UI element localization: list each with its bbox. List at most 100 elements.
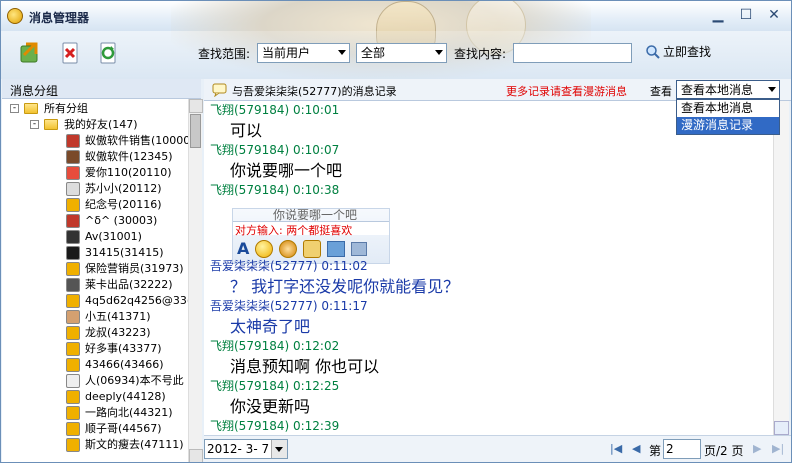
search-button[interactable]: 立即查找 (645, 43, 711, 60)
refresh-button[interactable] (93, 39, 123, 67)
folder-icon (24, 103, 38, 114)
view-option-roaming[interactable]: 漫游消息记录 (677, 117, 779, 134)
snippet-toolbar: A (237, 239, 368, 258)
group-panel-header: 消息分组 (2, 79, 201, 99)
chevron-down-icon (275, 447, 283, 452)
collapse-toggle-icon[interactable]: - (30, 120, 39, 129)
screenshot-snippet: 你说要哪一个吧 对方输入: 两个都挺喜欢 A (232, 208, 390, 264)
message-text: ？ 我打字还没发呢你就能看见？ (230, 277, 460, 296)
chevron-down-icon (338, 50, 346, 55)
tree-item-label: deeply(44128) (85, 390, 166, 403)
message-sender-time: 飞翔(579184) 0:12:02 (210, 339, 340, 353)
tree-item-label: Av(31001) (85, 230, 142, 243)
delete-button[interactable] (55, 39, 85, 67)
search-input[interactable] (513, 43, 632, 63)
tree-item-label: 龙叔(43223) (85, 326, 151, 339)
message-sender-time: 飞翔(579184) 0:10:38 (210, 183, 340, 197)
contact-avatar-icon (66, 262, 80, 276)
contact-avatar-icon (66, 358, 80, 372)
more-records-link[interactable]: 更多记录请查看漫游消息 (506, 83, 627, 99)
view-option-local[interactable]: 查看本地消息 (677, 100, 779, 117)
close-button[interactable]: ✕ (761, 5, 787, 27)
scroll-thumb[interactable] (190, 114, 201, 148)
contact-avatar-icon (66, 294, 80, 308)
contact-avatar-icon (66, 150, 80, 164)
next-page-icon[interactable]: ▶ (753, 442, 761, 455)
refresh-icon (100, 42, 116, 64)
tree-item-label: 所有分组 (44, 102, 88, 115)
search-button-label: 立即查找 (663, 45, 712, 59)
tree-item-label: 苏小小(20112) (85, 182, 162, 195)
tree-item-label: 一路向北(44321) (85, 406, 173, 419)
prev-page-icon[interactable]: ◀ (632, 442, 640, 455)
smiley-icon (255, 239, 274, 258)
scroll-down-button[interactable] (189, 449, 203, 462)
tree-item-label: 顺子哥(44567) (85, 422, 162, 435)
scope-select[interactable]: 当前用户 (257, 43, 350, 63)
contact-avatar-icon (66, 198, 80, 212)
record-panel-header: 与吾爱柒柒柒(52777)的消息记录 更多记录请查看漫游消息 查看 查看本地消息 (204, 79, 791, 101)
contact-avatar-icon (66, 278, 80, 292)
scroll-down-button[interactable] (774, 421, 789, 435)
contact-avatar-icon (66, 246, 80, 260)
delete-icon (62, 42, 78, 64)
export-button[interactable] (15, 39, 45, 67)
view-label: 查看 (650, 85, 672, 98)
page-prefix: 第 (649, 444, 662, 458)
chevron-down-icon (768, 87, 776, 92)
tree-item-label: 43466(43466) (85, 358, 164, 371)
message-scrollbar[interactable] (773, 101, 789, 435)
tree-item-label: 纪念号(20116) (85, 198, 162, 211)
message-sender-time: 飞翔(579184) 0:10:07 (210, 143, 340, 157)
chevron-down-icon (435, 50, 443, 55)
message-list: 你说要哪一个吧 对方输入: 两个都挺喜欢 A 飞翔(579184) 0:10:0… (204, 101, 773, 435)
screen-icon (351, 241, 368, 256)
record-title: 与吾爱柒柒柒(52777)的消息记录 (232, 85, 397, 98)
message-text: 你没更新吗 (230, 397, 311, 416)
page-suffix: 页/2 页 (704, 444, 744, 458)
message-sender-time: 吾爱柒柒柒(52777) 0:11:02 (210, 259, 368, 273)
contact-avatar-icon (66, 182, 80, 196)
date-picker[interactable]: 2012- 3- 7 (204, 439, 288, 459)
message-sender-time: 飞翔(579184) 0:10:01 (210, 103, 340, 117)
contact-avatar-icon (66, 214, 80, 228)
tree-item-label: 好多事(43377) (85, 342, 162, 355)
message-text: 你说要哪一个吧 (230, 161, 343, 180)
type-select[interactable]: 全部 (356, 43, 447, 63)
contact-avatar-icon (66, 438, 80, 452)
group-tree: - 所有分组 - 我的好友(147) 蚁傲软件销售(10000) 蚁傲软件(12345) 爱… (2, 99, 188, 462)
first-page-icon[interactable]: |◀ (610, 442, 622, 455)
view-select[interactable]: 查看本地消息 (676, 80, 780, 99)
page-input[interactable]: 2 (663, 439, 701, 459)
date-picker-value: 2012- 3- 7 (207, 442, 270, 456)
tree-item-label: 蚁傲软件(12345) (85, 150, 173, 163)
tree-item-label: 人(06934)本不号此 (85, 374, 184, 387)
minimize-button[interactable]: ▁ (705, 5, 731, 27)
scroll-up-button[interactable] (189, 99, 203, 113)
collapse-toggle-icon[interactable]: - (10, 104, 19, 113)
contact-avatar-icon (66, 326, 80, 340)
folder-icon (44, 119, 58, 130)
tree-item-label: 爱你110(20110) (85, 166, 172, 179)
message-sender-time: 飞翔(579184) 0:12:25 (210, 379, 340, 393)
maximize-button[interactable]: ☐ (733, 5, 759, 27)
contact-avatar-icon (66, 374, 80, 388)
contact-avatar-icon (66, 134, 80, 148)
tree-scrollbar[interactable] (188, 99, 203, 462)
contact-avatar-icon (66, 342, 80, 356)
message-text: 可以 (230, 121, 263, 140)
tree-item-label: 小五(41371) (85, 310, 151, 323)
app-logo-icon (7, 8, 23, 24)
tree-item-label: 4q5d62q4256@33( (85, 294, 188, 307)
message-manager-window: 消息管理器 ▁ ☐ ✕ 查找范围: 当前用户 全部 查找内容: 立即查找 消息分… (0, 0, 792, 463)
message-text: 消息预知啊 你也可以 (230, 357, 380, 376)
emoticon-icon (279, 239, 298, 258)
contact-avatar-icon (66, 422, 80, 436)
content-label: 查找内容: (454, 47, 507, 61)
tree-item-label: 保险营销员(31973) (85, 262, 184, 275)
window-title: 消息管理器 (29, 11, 90, 25)
tree-item-label: 斯文的瘦去(47111) (85, 438, 184, 451)
tree-item-label: 31415(31415) (85, 246, 164, 259)
contact-avatar-icon (66, 310, 80, 324)
last-page-icon[interactable]: ▶| (772, 442, 784, 455)
